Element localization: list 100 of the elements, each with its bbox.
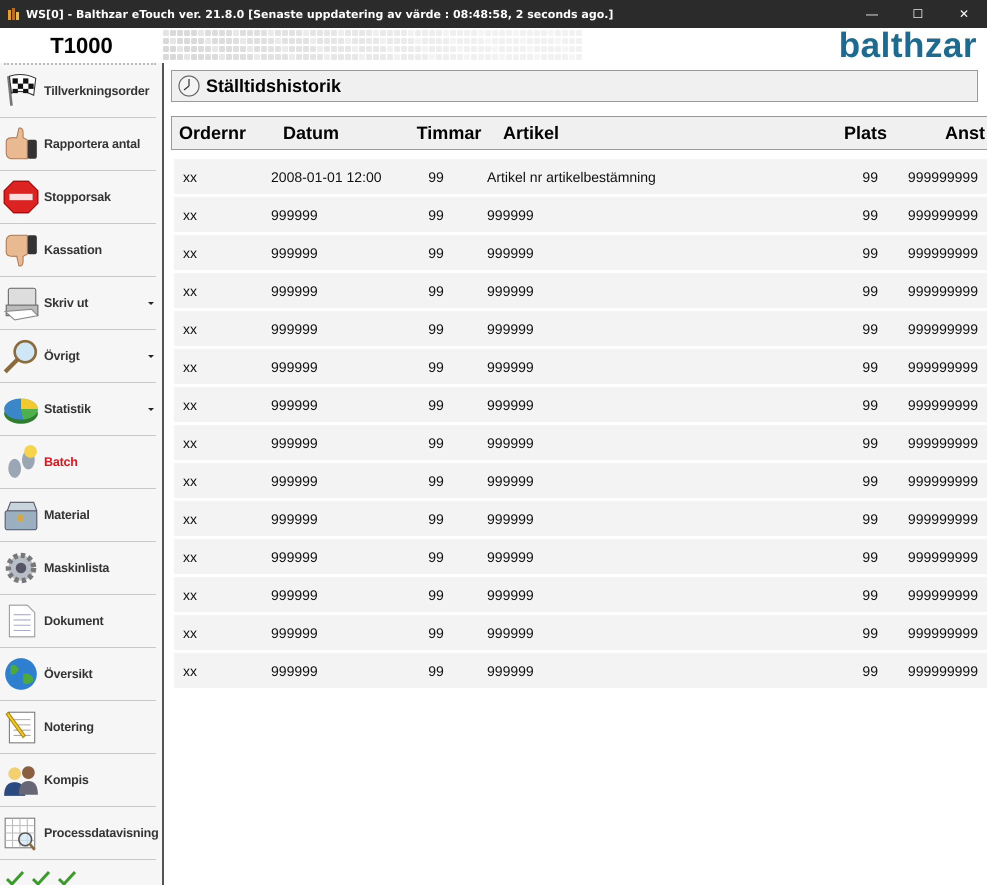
table-cell-text: 999999999 bbox=[906, 358, 978, 374]
table-cell-text: 99 bbox=[427, 206, 445, 222]
table-cell-text: 999999999 bbox=[906, 244, 978, 260]
table-cell-text: 999999 bbox=[486, 320, 535, 336]
table-row[interactable]: xx 999999 99 999999 99 999999999 bbox=[174, 349, 987, 384]
table-cell-text: 999999 bbox=[486, 662, 535, 678]
table-row[interactable]: xx 999999 99 999999 99 999999999 bbox=[174, 577, 987, 612]
table-cell-text: 99 bbox=[427, 396, 445, 412]
table-row[interactable]: xx 999999 99 999999 99 999999999 bbox=[174, 273, 987, 308]
table-row[interactable]: xx 999999 99 999999 99 999999999 bbox=[174, 539, 987, 574]
table-cell-text: 99 bbox=[427, 434, 445, 450]
table-cell-text: xx bbox=[182, 510, 198, 526]
table-cell-text: Artikel nr artikelbestämning bbox=[486, 168, 657, 184]
table-cell-text: 999999999 bbox=[906, 320, 978, 336]
table-cell-text: xx bbox=[182, 168, 198, 184]
table-cell-text: 99 bbox=[427, 472, 445, 488]
table-cell-text: 99 bbox=[427, 662, 445, 678]
magnifier-icon bbox=[2, 337, 40, 375]
table-cell-text: 99 bbox=[861, 434, 878, 450]
menu-item[interactable]: Material bbox=[0, 489, 156, 542]
table-cell-text: 999999 bbox=[486, 358, 535, 374]
menu-item[interactable]: Notering bbox=[0, 701, 156, 754]
menu-item[interactable]: Övrigt bbox=[0, 330, 156, 383]
table-cell-text: 99 bbox=[427, 548, 445, 564]
menu-item[interactable]: Kassation bbox=[0, 224, 156, 277]
table-cell-text: xx bbox=[182, 320, 198, 336]
table-cell-text: 999999 bbox=[271, 206, 319, 222]
table-row[interactable]: xx 999999 99 999999 99 999999999 bbox=[174, 425, 987, 460]
table-cell-text: 999999 bbox=[271, 282, 319, 298]
table-cell-text: xx bbox=[182, 586, 198, 602]
menu-item[interactable]: Maskinlista bbox=[0, 542, 156, 595]
table-row[interactable]: xx 999999 99 999999 99 999999999 bbox=[174, 197, 987, 232]
table-cell-text: 999999999 bbox=[906, 510, 978, 526]
table-cell-text: 99 bbox=[427, 510, 445, 526]
table-cell-text: xx bbox=[182, 396, 198, 412]
table-row[interactable]: xx 999999 99 999999 99 999999999 bbox=[174, 235, 987, 270]
column-header: Artikel bbox=[502, 122, 560, 144]
menu-item[interactable]: Processdatavisning bbox=[0, 807, 156, 860]
menu-item[interactable]: Statistik bbox=[0, 383, 156, 436]
column-header: Ordernr bbox=[178, 122, 248, 144]
table-cell-text: 999999999 bbox=[906, 624, 978, 640]
close-button[interactable]: ✕ bbox=[941, 0, 987, 28]
menu-item[interactable]: Tillverkningsorder bbox=[0, 65, 156, 118]
table-cell-text: 999999 bbox=[486, 206, 535, 222]
table-cell-text: 999999 bbox=[486, 510, 535, 526]
table-cell-text: 99 bbox=[861, 548, 878, 564]
machine-name: T1000 bbox=[49, 32, 114, 58]
table-cell-text: 999999999 bbox=[906, 168, 978, 184]
table-cell-text: 999999 bbox=[271, 396, 319, 412]
table-row[interactable]: xx 999999 99 999999 99 999999999 bbox=[174, 311, 987, 346]
table-cell-text: 99 bbox=[427, 320, 445, 336]
table-cell-text: xx bbox=[182, 358, 198, 374]
table-cell-text: 99 bbox=[861, 624, 878, 640]
menu-item[interactable]: Batch bbox=[0, 436, 156, 489]
table-cell-text: 999999 bbox=[486, 244, 535, 260]
checkmark-icon bbox=[58, 870, 76, 885]
menu-item[interactable]: Stopporsak bbox=[0, 171, 156, 224]
table-cell-text: xx bbox=[182, 548, 198, 564]
menu-item[interactable]: Rapportera antal bbox=[0, 118, 156, 171]
table-cell-text: 999999 bbox=[486, 282, 535, 298]
table-cell-text: 99 bbox=[861, 244, 878, 260]
table-row[interactable]: xx 999999 99 999999 99 999999999 bbox=[174, 501, 987, 536]
table-cell-text: 999999 bbox=[486, 586, 535, 602]
table-cell-text: xx bbox=[182, 434, 198, 450]
maximize-button[interactable]: ☐ bbox=[895, 0, 941, 28]
table-cell-text: 999999 bbox=[486, 548, 535, 564]
table-row[interactable]: xx 999999 99 999999 99 999999999 bbox=[174, 653, 987, 688]
app-icon bbox=[6, 7, 20, 21]
table-cell-text: 999999999 bbox=[906, 396, 978, 412]
table-row[interactable]: xx 2008-01-01 12:00 99 Artikel nr artikelbestämning 99 999999999 bbox=[174, 159, 987, 194]
table-row[interactable]: xx 999999 99 999999 99 999999999 bbox=[174, 387, 987, 422]
table-cell-text: 999999 bbox=[271, 434, 319, 450]
table-cell-text: 999999999 bbox=[906, 472, 978, 488]
table-cell-text: 99 bbox=[427, 358, 445, 374]
table-cell-text: 99 bbox=[861, 662, 878, 678]
table-cell-text: 99 bbox=[861, 320, 878, 336]
table-cell-text: 99 bbox=[427, 244, 445, 260]
menu-item[interactable]: Kompis bbox=[0, 754, 156, 807]
table-cell-text: 99 bbox=[861, 472, 878, 488]
menu-item[interactable]: Skriv ut bbox=[0, 277, 156, 330]
table-cell-text: xx bbox=[182, 472, 198, 488]
table-cell-text: 99 bbox=[861, 358, 878, 374]
menu-item[interactable]: Översikt bbox=[0, 648, 156, 701]
minimize-button[interactable]: — bbox=[849, 0, 895, 28]
table-row[interactable]: xx 999999 99 999999 99 999999999 bbox=[174, 463, 987, 498]
table-cell-text: 99 bbox=[861, 510, 878, 526]
table-cell-text: 999999 bbox=[271, 662, 319, 678]
column-header: Anst bbox=[944, 122, 985, 144]
column-header: Timmar bbox=[416, 122, 482, 144]
table-cell-text: xx bbox=[182, 206, 198, 222]
table-cell-text: 999999 bbox=[486, 396, 535, 412]
table-cell-text: 999999 bbox=[486, 434, 535, 450]
table-cell-text: 99 bbox=[861, 206, 878, 222]
table-cell-text: xx bbox=[182, 662, 198, 678]
checkmark-icon bbox=[32, 870, 50, 885]
column-header: Datum bbox=[283, 122, 340, 144]
table-cell-text: xx bbox=[182, 624, 198, 640]
table-row[interactable]: xx 999999 99 999999 99 999999999 bbox=[174, 615, 987, 650]
column-header: Plats bbox=[842, 122, 887, 144]
menu-item[interactable]: Dokument bbox=[0, 595, 156, 648]
